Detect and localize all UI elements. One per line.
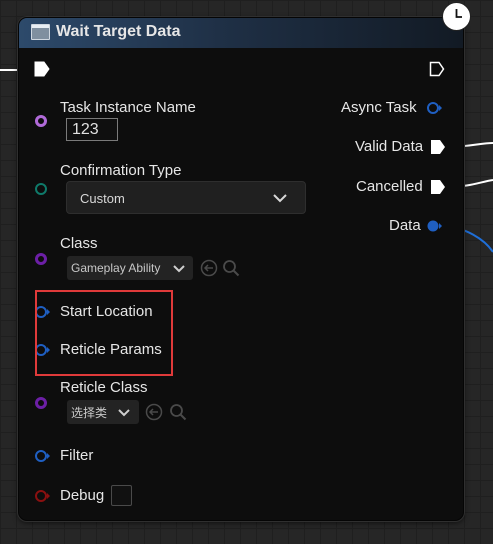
reticle-class-pin[interactable] — [35, 397, 47, 409]
cancelled-exec-pin[interactable] — [430, 179, 446, 195]
filter-label: Filter — [60, 447, 94, 464]
class-picker-dropdown[interactable]: Gameplay Ability — [67, 256, 193, 280]
async-task-label: Async Task — [341, 99, 417, 116]
magnifier-icon[interactable] — [169, 403, 187, 421]
confirmation-type-value: Custom — [80, 191, 125, 206]
reticle-class-dropdown[interactable]: 选择类 — [67, 400, 139, 424]
chevron-down-icon — [173, 265, 185, 273]
class-picker-value: Gameplay Ability — [71, 261, 161, 275]
node-header[interactable]: Wait Target Data — [19, 18, 463, 48]
clock-icon — [442, 2, 471, 31]
arrow-left-circle-icon[interactable] — [200, 259, 218, 277]
class-pin[interactable] — [35, 253, 47, 265]
node-title: Wait Target Data — [56, 23, 181, 40]
exec-output-pin[interactable] — [429, 61, 445, 77]
confirmation-type-label: Confirmation Type — [60, 162, 182, 179]
debug-label: Debug — [60, 487, 105, 504]
magnifier-icon[interactable] — [222, 259, 240, 277]
debug-pin[interactable] — [34, 489, 52, 503]
task-instance-name-input[interactable]: 123 — [66, 118, 118, 141]
chevron-down-icon — [273, 194, 287, 203]
chevron-down-icon — [118, 409, 130, 417]
arrow-left-circle-icon[interactable] — [145, 403, 163, 421]
class-label: Class — [60, 235, 98, 252]
task-instance-name-label: Task Instance Name — [60, 99, 196, 116]
valid-data-exec-pin[interactable] — [430, 139, 446, 155]
function-node-icon — [31, 24, 50, 40]
confirmation-type-pin[interactable] — [35, 183, 47, 195]
data-label: Data — [389, 217, 421, 234]
async-task-pin[interactable] — [426, 101, 444, 115]
highlight-box — [35, 290, 173, 376]
debug-checkbox[interactable] — [111, 485, 132, 506]
reticle-class-label: Reticle Class — [60, 379, 148, 396]
cancelled-label: Cancelled — [356, 178, 423, 195]
exec-input-pin[interactable] — [34, 61, 50, 77]
task-instance-name-pin[interactable] — [35, 115, 47, 127]
reticle-class-value: 选择类 — [71, 406, 108, 420]
valid-data-label: Valid Data — [355, 138, 424, 155]
filter-pin[interactable] — [34, 449, 52, 463]
data-pin[interactable] — [426, 219, 444, 233]
confirmation-type-dropdown[interactable]: Custom — [66, 181, 306, 214]
